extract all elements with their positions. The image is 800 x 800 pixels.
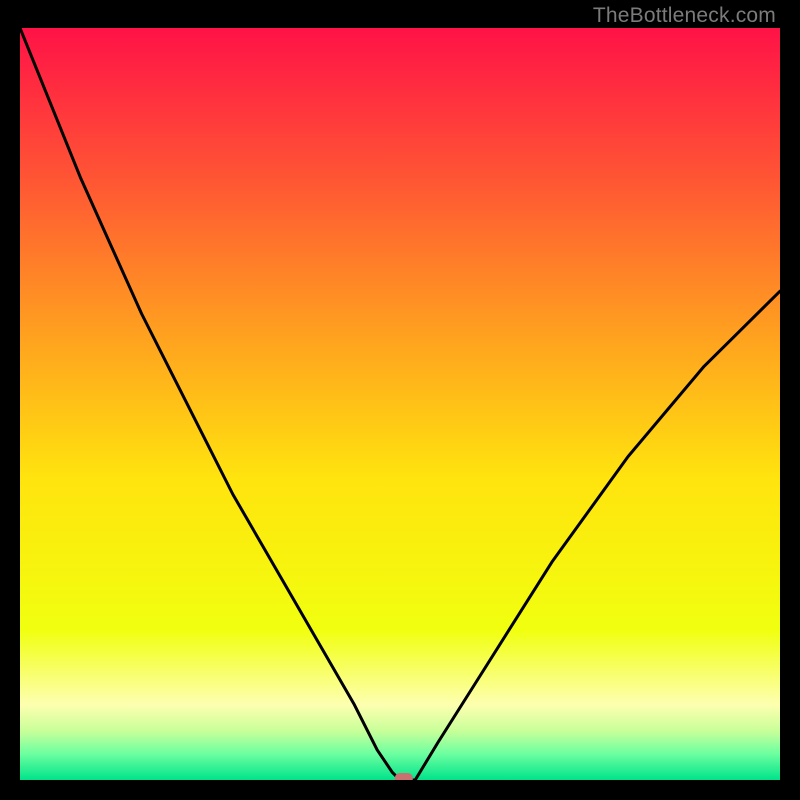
- gradient-background: [20, 28, 780, 780]
- bottleneck-chart: [20, 28, 780, 780]
- chart-frame: TheBottleneck.com: [0, 0, 800, 800]
- optimum-marker: [395, 773, 413, 780]
- plot-area: [20, 28, 780, 780]
- watermark-text: TheBottleneck.com: [593, 4, 776, 28]
